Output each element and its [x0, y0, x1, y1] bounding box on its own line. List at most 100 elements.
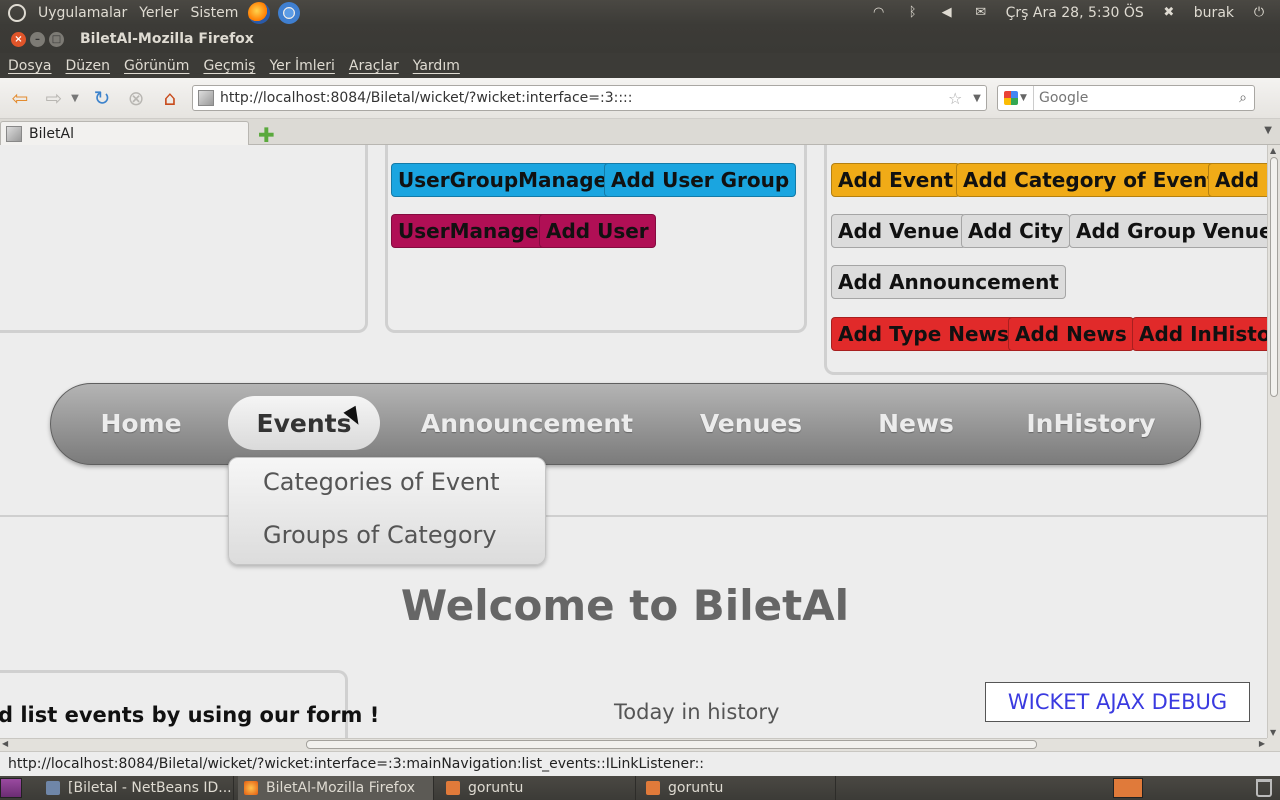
add-user-button[interactable]: Add User — [539, 214, 656, 248]
search-input[interactable] — [1034, 90, 1232, 106]
power-icon[interactable]: ⏻ — [1250, 5, 1268, 20]
search-form-title: d list events by using our form ! — [0, 703, 380, 727]
navigation-toolbar: ⇦ ⇨ ▼ ↻ ⊗ ⌂ http://localhost:8084/Bileta… — [0, 78, 1280, 119]
add-news-button[interactable]: Add News — [1008, 317, 1134, 351]
add-group-venue-button[interactable]: Add Group Venue — [1069, 214, 1267, 248]
maximize-icon[interactable]: □ — [49, 31, 64, 47]
dropdown-groups-of-category[interactable]: Groups of Category — [263, 521, 497, 549]
menu-file[interactable]: Dosya — [1, 58, 59, 74]
menu-history[interactable]: Geçmiş — [196, 58, 262, 74]
horizontal-scroll-thumb[interactable] — [306, 740, 1037, 749]
show-desktop-icon[interactable] — [0, 778, 22, 798]
url-dropdown-icon[interactable]: ▼ — [968, 93, 986, 104]
wifi-icon[interactable]: ◠ — [870, 5, 888, 20]
tab-label: BiletAl — [29, 125, 74, 142]
top-panel: Uygulamalar Yerler Sistem ◠ ᛒ ◀ ✉ Çrş Ar… — [0, 0, 1280, 25]
scrollbar-corner — [1267, 738, 1280, 751]
add-city-button[interactable]: Add City — [961, 214, 1071, 248]
add-c-button[interactable]: Add C — [1208, 163, 1267, 197]
reload-icon[interactable]: ↻ — [88, 84, 116, 112]
nav-inhistory[interactable]: InHistory — [1021, 396, 1161, 450]
user-name[interactable]: burak — [1188, 5, 1240, 21]
new-tab-icon[interactable]: ✚ — [258, 123, 275, 147]
task-label: [Biletal - NetBeans ID... — [68, 780, 232, 796]
menu-bookmarks[interactable]: Yer İmleri — [262, 58, 341, 74]
menu-help[interactable]: Yardım — [406, 58, 467, 74]
task-label: goruntu — [668, 780, 724, 796]
url-bar[interactable]: http://localhost:8084/Biletal/wicket/?wi… — [192, 85, 987, 111]
firefox-launcher-icon[interactable] — [248, 1, 271, 24]
menu-view[interactable]: Görünüm — [117, 58, 196, 74]
events-dropdown: Categories of Event Groups of Category — [228, 457, 546, 565]
scroll-up-icon[interactable]: ▲ — [1270, 146, 1276, 155]
ubuntu-logo-icon[interactable] — [8, 3, 26, 22]
places-menu[interactable]: Yerler — [133, 5, 184, 21]
task-goruntu-1[interactable]: goruntu — [440, 776, 636, 800]
add-event-button[interactable]: Add Event — [831, 163, 961, 197]
stop-icon[interactable]: ⊗ — [122, 84, 150, 112]
nav-news[interactable]: News — [866, 396, 966, 450]
scroll-right-icon[interactable]: ▶ — [1259, 739, 1265, 748]
task-goruntu-2[interactable]: goruntu — [640, 776, 836, 800]
mail-icon[interactable]: ✉ — [972, 5, 990, 20]
add-type-news-button[interactable]: Add Type News — [831, 317, 1016, 351]
applications-menu[interactable]: Uygulamalar — [32, 5, 133, 21]
tab-list-icon[interactable]: ▼ — [1264, 125, 1272, 136]
add-user-group-button[interactable]: Add User Group — [604, 163, 797, 197]
chromium-launcher-icon[interactable] — [278, 1, 301, 24]
search-bar: ▼ ⌕ — [997, 85, 1255, 111]
bottom-taskbar: [Biletal - NetBeans ID... BiletAl-Mozill… — [0, 776, 1280, 800]
add-category-of-event-button[interactable]: Add Category of Event — [956, 163, 1224, 197]
page-title: Welcome to BiletAl — [400, 581, 850, 630]
netbeans-icon — [46, 781, 60, 795]
search-engine-selector[interactable]: ▼ — [998, 86, 1034, 110]
page-content: UserGroupManage Add User Group UserManag… — [0, 145, 1267, 738]
window-titlebar: × – □ BiletAl-Mozilla Firefox — [0, 25, 1280, 53]
today-in-history-label: Today in history — [614, 700, 780, 724]
wicket-ajax-debug-button[interactable]: WICKET AJAX DEBUG — [985, 682, 1250, 722]
tab-biletal[interactable]: BiletAl — [0, 121, 249, 145]
nav-home[interactable]: Home — [91, 396, 191, 450]
status-text: http://localhost:8084/Biletal/wicket/?wi… — [8, 756, 705, 772]
site-favicon-icon — [198, 90, 214, 106]
task-firefox[interactable]: BiletAl-Mozilla Firefox — [238, 776, 434, 800]
volume-icon[interactable]: ◀ — [938, 5, 956, 20]
left-admin-panel — [0, 145, 368, 333]
menubar: Dosya Düzen Görünüm Geçmiş Yer İmleri Ar… — [0, 53, 1280, 78]
clock[interactable]: Çrş Ara 28, 5:30 ÖS — [1000, 5, 1150, 21]
firefox-icon — [244, 781, 258, 795]
trash-icon[interactable] — [1256, 779, 1272, 797]
home-icon[interactable]: ⌂ — [156, 84, 184, 112]
bluetooth-icon[interactable]: ᛒ — [904, 5, 922, 20]
search-icon[interactable]: ⌕ — [1232, 90, 1254, 106]
vertical-scrollbar[interactable]: ▲ ▼ — [1267, 145, 1280, 738]
menu-edit[interactable]: Düzen — [59, 58, 118, 74]
workspace-switcher-icon[interactable] — [1113, 778, 1143, 798]
scroll-down-icon[interactable]: ▼ — [1270, 728, 1276, 737]
minimize-icon[interactable]: – — [30, 31, 45, 47]
scroll-left-icon[interactable]: ◀ — [2, 739, 8, 748]
bookmark-star-icon[interactable]: ☆ — [948, 89, 968, 108]
nav-announcement[interactable]: Announcement — [421, 396, 633, 450]
system-menu[interactable]: Sistem — [185, 5, 245, 21]
add-venue-button[interactable]: Add Venue — [831, 214, 967, 248]
back-icon[interactable]: ⇦ — [6, 84, 34, 112]
user-manage-button[interactable]: UserManage — [391, 214, 546, 248]
folder-icon — [446, 781, 460, 795]
task-netbeans[interactable]: [Biletal - NetBeans ID... — [40, 776, 234, 800]
chevron-down-icon: ▼ — [1020, 93, 1027, 103]
url-text[interactable]: http://localhost:8084/Biletal/wicket/?wi… — [220, 90, 948, 106]
close-icon[interactable]: × — [11, 31, 26, 47]
nav-venues[interactable]: Venues — [691, 396, 811, 450]
history-dropdown-icon[interactable]: ▼ — [68, 84, 82, 112]
forward-icon[interactable]: ⇨ — [40, 84, 68, 112]
vertical-scroll-thumb[interactable] — [1270, 157, 1278, 397]
menu-tools[interactable]: Araçlar — [342, 58, 406, 74]
horizontal-scrollbar[interactable]: ◀ ▶ — [0, 738, 1267, 751]
user-group-manage-button[interactable]: UserGroupManage — [391, 163, 615, 197]
user-status-icon[interactable]: ✖ — [1160, 5, 1178, 20]
task-label: goruntu — [468, 780, 524, 796]
add-announcement-button[interactable]: Add Announcement — [831, 265, 1066, 299]
dropdown-categories-of-event[interactable]: Categories of Event — [263, 468, 500, 496]
add-inhistory-button[interactable]: Add InHistor — [1132, 317, 1267, 351]
